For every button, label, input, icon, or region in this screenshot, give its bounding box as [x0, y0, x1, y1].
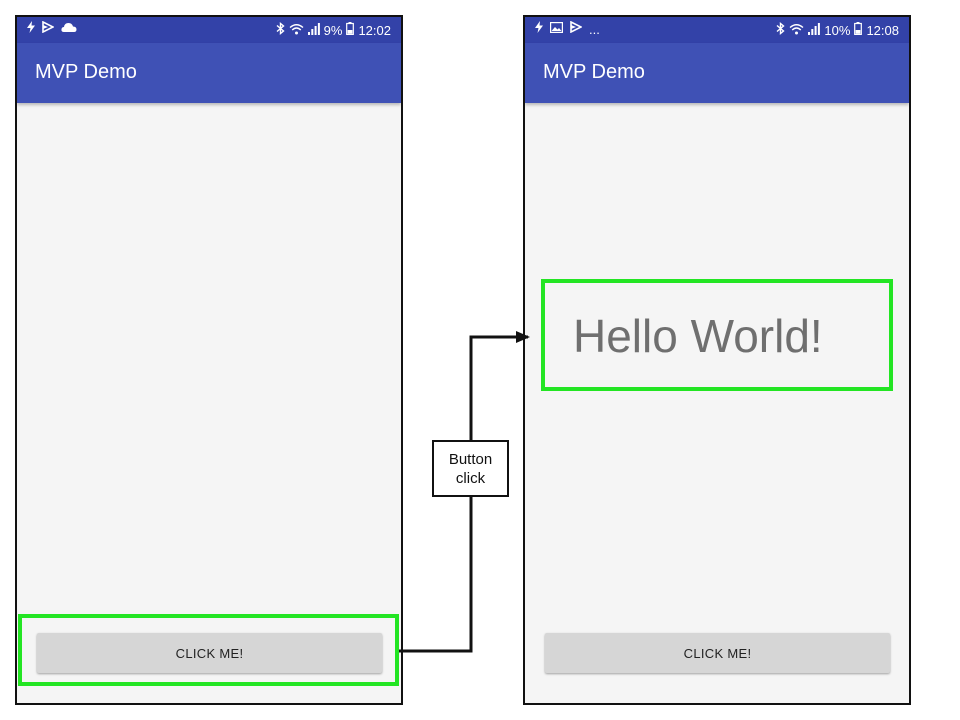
button-click-label: Button click: [432, 440, 509, 497]
flow-arrow: [399, 331, 530, 653]
label-line-1: Button: [448, 450, 493, 468]
label-line-2: click: [455, 469, 486, 487]
